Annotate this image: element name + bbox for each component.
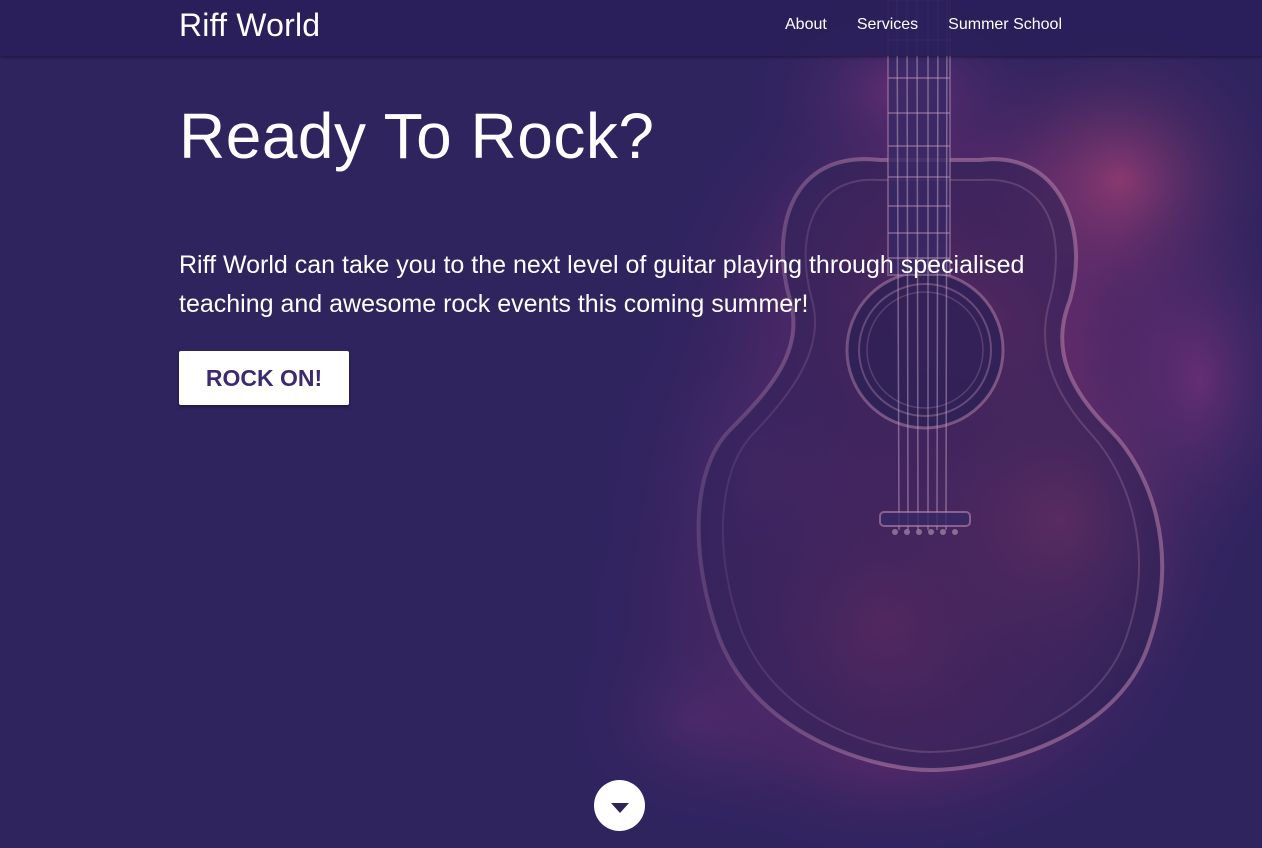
hero-section: Ready To Rock? Riff World can take you t… (179, 96, 1109, 405)
nav-link-summer-school[interactable]: Summer School (948, 16, 1062, 34)
nav-link-services[interactable]: Services (857, 16, 918, 34)
hero-description: Riff World can take you to the next leve… (179, 251, 1025, 318)
nav-link-about[interactable]: About (785, 16, 827, 34)
rock-on-button[interactable]: ROCK ON! (179, 351, 349, 405)
caret-down-icon (610, 802, 629, 813)
top-navbar: Riff World About Services Summer School (0, 0, 1262, 56)
scroll-down-button[interactable] (594, 780, 645, 831)
brand-logo-link[interactable]: Riff World (179, 6, 320, 44)
landing-page: Riff World About Services Summer School … (0, 0, 1262, 848)
hero-title: Ready To Rock? (179, 100, 655, 172)
nav-links: About Services Summer School (785, 0, 1062, 50)
